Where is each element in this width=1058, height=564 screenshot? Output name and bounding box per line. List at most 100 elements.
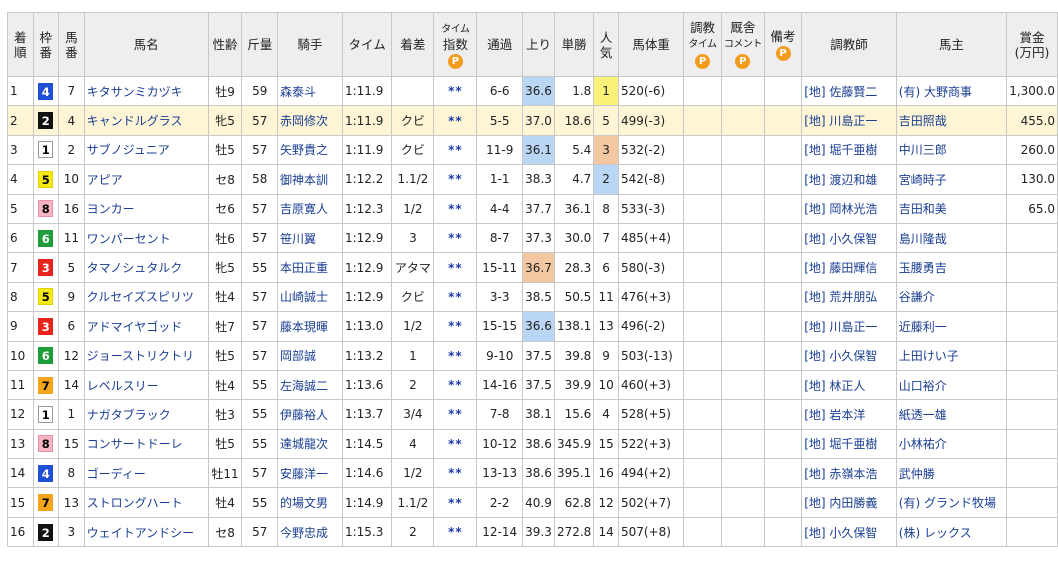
jockey-link[interactable]: 森泰斗	[280, 85, 316, 99]
trainer-link[interactable]: [地] 岩本洋	[804, 408, 865, 422]
owner-link[interactable]: 吉田和美	[899, 202, 947, 216]
trainer[interactable]: [地] 川島正一	[801, 105, 897, 136]
trainer[interactable]: [地] 内田勝義	[801, 487, 897, 518]
trainer[interactable]: [地] 小久保智	[801, 340, 897, 371]
trainer-link[interactable]: [地] 堀千亜樹	[804, 143, 877, 157]
jockey[interactable]: 森泰斗	[276, 75, 343, 107]
trainer[interactable]: [地] 川島正一	[801, 311, 897, 342]
horse-name-link[interactable]: クルセイズスピリツ	[87, 290, 194, 304]
jockey[interactable]: 赤岡修次	[276, 105, 343, 136]
owner-link[interactable]: 吉田照哉	[899, 114, 947, 128]
owner-link[interactable]: 中川三郎	[899, 143, 947, 157]
trainer-link[interactable]: [地] 岡林光浩	[804, 202, 877, 216]
jockey-link[interactable]: 伊藤裕人	[280, 408, 328, 422]
owner-link[interactable]: 上田けい子	[899, 349, 959, 363]
header-jockey[interactable]: 騎手	[276, 12, 343, 77]
premium-icon[interactable]: P	[775, 45, 791, 61]
horse-name-link[interactable]: ジョーストリクトリ	[87, 349, 194, 363]
trainer[interactable]: [地] 佐藤賢二	[801, 75, 897, 107]
horse-name-link[interactable]: キャンドルグラス	[87, 114, 183, 128]
jockey-link[interactable]: 吉原寛人	[280, 202, 328, 216]
trainer[interactable]: [地] 渡辺和雄	[801, 164, 897, 195]
owner[interactable]: 島川隆哉	[895, 222, 1008, 254]
jockey-link[interactable]: 赤岡修次	[280, 114, 328, 128]
owner-link[interactable]: 谷謙介	[899, 290, 935, 304]
trainer-link[interactable]: [地] 赤嶺本浩	[804, 467, 877, 481]
horse-name[interactable]: ヨンカー	[83, 193, 209, 224]
trainer[interactable]: [地] 小久保智	[801, 222, 897, 254]
owner-link[interactable]: 紙透一雄	[899, 408, 947, 422]
owner[interactable]: 山口裕介	[895, 369, 1008, 401]
horse-name[interactable]: タマノシュタルク	[83, 252, 209, 283]
jockey-link[interactable]: 達城龍次	[280, 437, 328, 451]
premium-icon[interactable]: P	[695, 54, 711, 69]
horse-name-link[interactable]: ヨンカー	[87, 202, 135, 216]
jockey-link[interactable]: 安藤洋一	[280, 467, 328, 481]
owner[interactable]: (株) レックス	[895, 516, 1008, 548]
premium-icon[interactable]: P	[735, 54, 751, 69]
owner-link[interactable]: 宮崎時子	[899, 173, 947, 187]
owner-link[interactable]: 小林祐介	[899, 437, 947, 451]
horse-name-link[interactable]: ナガタブラック	[87, 408, 171, 422]
horse-name[interactable]: アピア	[83, 164, 209, 195]
owner-link[interactable]: 武仲勝	[899, 467, 935, 481]
horse-name-link[interactable]: アピア	[87, 173, 123, 187]
owner-link[interactable]: 島川隆哉	[899, 232, 947, 246]
trainer[interactable]: [地] 堀千亜樹	[801, 134, 897, 166]
horse-name[interactable]: ウェイトアンドシー	[83, 516, 209, 548]
owner[interactable]: 武仲勝	[895, 458, 1008, 489]
owner-link[interactable]: (有) グランド牧場	[899, 496, 996, 510]
owner-link[interactable]: 近藤利一	[899, 320, 947, 334]
jockey[interactable]: 岡部誠	[276, 340, 343, 371]
trainer[interactable]: [地] 林正人	[801, 369, 897, 401]
trainer[interactable]: [地] 藤田輝信	[801, 252, 897, 283]
trainer-link[interactable]: [地] 川島正一	[804, 320, 877, 334]
trainer[interactable]: [地] 小久保智	[801, 516, 897, 548]
owner[interactable]: 吉田照哉	[895, 105, 1008, 136]
trainer-link[interactable]: [地] 川島正一	[804, 114, 877, 128]
premium-icon[interactable]: P	[447, 54, 463, 69]
horse-name-link[interactable]: ウェイトアンドシー	[87, 526, 195, 540]
trainer[interactable]: [地] 赤嶺本浩	[801, 458, 897, 489]
jockey[interactable]: 本田正重	[276, 252, 343, 283]
trainer-link[interactable]: [地] 林正人	[804, 379, 865, 393]
horse-name[interactable]: クルセイズスピリツ	[83, 281, 209, 313]
owner[interactable]: 小林祐介	[895, 428, 1008, 460]
jockey[interactable]: 御神本訓	[276, 164, 343, 195]
horse-name-link[interactable]: アドマイヤゴッド	[87, 320, 183, 334]
owner[interactable]: (有) グランド牧場	[895, 487, 1008, 518]
jockey[interactable]: 安藤洋一	[276, 458, 343, 489]
horse-name-link[interactable]: コンサートドーレ	[87, 437, 183, 451]
jockey[interactable]: 的場文男	[276, 487, 343, 518]
jockey-link[interactable]: 山崎誠士	[280, 290, 328, 304]
trainer[interactable]: [地] 岡林光浩	[801, 193, 897, 224]
owner[interactable]: 紙透一雄	[895, 399, 1008, 430]
owner-link[interactable]: (有) 大野商事	[899, 85, 972, 99]
jockey[interactable]: 達城龍次	[276, 428, 343, 460]
horse-name-link[interactable]: ストロングハート	[87, 496, 183, 510]
owner[interactable]: 吉田和美	[895, 193, 1008, 224]
horse-name-link[interactable]: キタサンミカヅキ	[87, 85, 183, 99]
horse-name[interactable]: ゴーディー	[83, 458, 209, 489]
owner[interactable]: 玉腰勇吉	[895, 252, 1008, 283]
trainer-link[interactable]: [地] 堀千亜樹	[804, 437, 877, 451]
trainer-link[interactable]: [地] 荒井朋弘	[804, 290, 877, 304]
jockey-link[interactable]: 矢野貴之	[280, 143, 328, 157]
jockey[interactable]: 左海誠二	[276, 369, 343, 401]
trainer[interactable]: [地] 岩本洋	[801, 399, 897, 430]
horse-name-link[interactable]: サブノジュニア	[87, 143, 170, 157]
header-horse[interactable]: 馬名	[83, 12, 209, 77]
horse-name[interactable]: レベルスリー	[83, 369, 209, 401]
jockey[interactable]: 吉原寛人	[276, 193, 343, 224]
jockey[interactable]: 笹川翼	[276, 222, 343, 254]
jockey[interactable]: 山崎誠士	[276, 281, 343, 313]
owner[interactable]: 上田けい子	[895, 340, 1008, 371]
jockey[interactable]: 矢野貴之	[276, 134, 343, 166]
jockey-link[interactable]: 御神本訓	[280, 173, 328, 187]
owner-link[interactable]: (株) レックス	[899, 526, 972, 540]
owner[interactable]: 中川三郎	[895, 134, 1008, 166]
owner[interactable]: (有) 大野商事	[895, 75, 1008, 107]
horse-name-link[interactable]: レベルスリー	[87, 379, 159, 393]
owner-link[interactable]: 玉腰勇吉	[899, 261, 947, 275]
horse-name-link[interactable]: ゴーディー	[87, 467, 146, 481]
